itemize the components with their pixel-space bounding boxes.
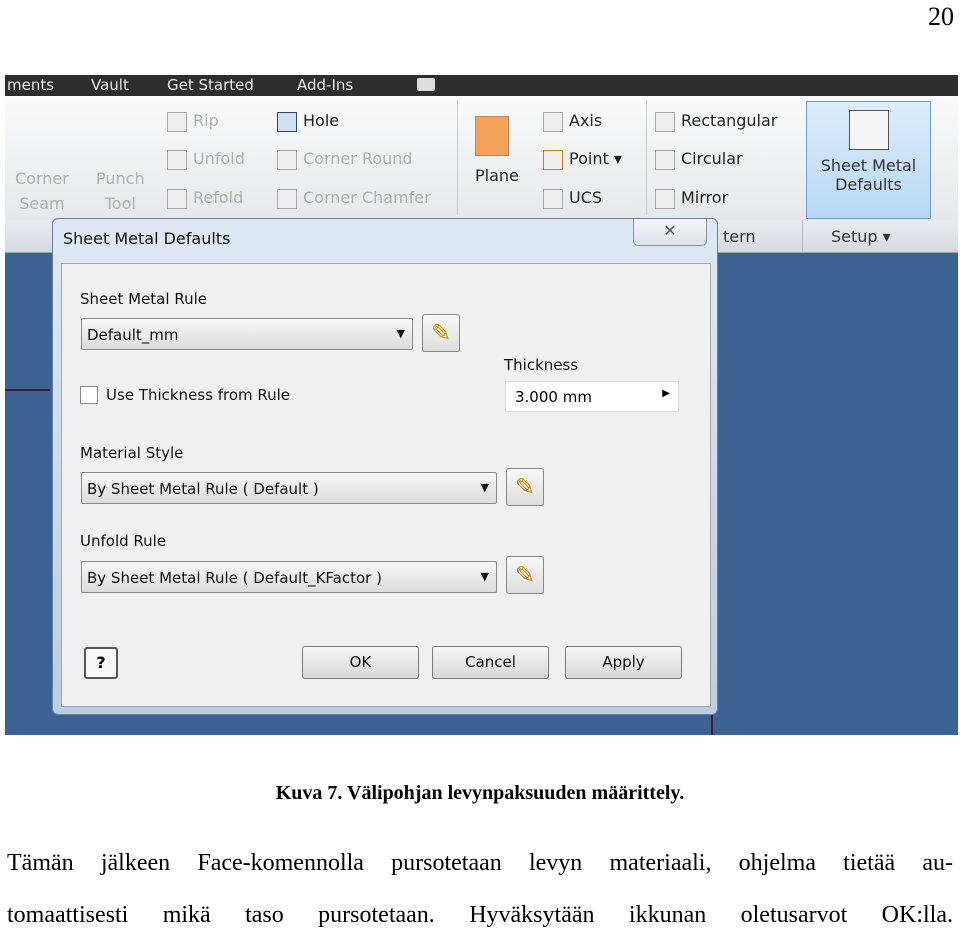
ucs-icon (543, 188, 563, 209)
divider (802, 220, 803, 253)
ok-button[interactable]: OK (302, 646, 419, 679)
panel-setup-dropdown[interactable]: Setup ▾ (831, 227, 891, 246)
unfold-icon (167, 149, 187, 170)
point-icon (543, 149, 563, 170)
pencil-icon: ✎ (514, 473, 536, 501)
chevron-down-icon: ▼ (480, 481, 489, 494)
unfold-rule-select[interactable]: By Sheet Metal Rule ( Default_KFactor ) ▼ (81, 561, 497, 593)
rip-button[interactable]: Rip (167, 111, 219, 132)
tab-vault[interactable]: Vault (91, 76, 129, 94)
corner-chamfer-button[interactable]: Corner Chamfer (277, 188, 431, 209)
arrow-right-icon[interactable]: ▶ (662, 388, 670, 399)
cancel-button[interactable]: Cancel (432, 646, 549, 679)
ribbon: Corner Seam Punch Tool Rip Unfold Refold… (5, 96, 958, 220)
page-number: 20 (928, 2, 954, 31)
use-thickness-checkbox[interactable] (80, 386, 98, 404)
mirror-button[interactable]: Mirror (655, 188, 728, 209)
corner-chamfer-icon (277, 188, 297, 209)
panel-pattern-label: tern (723, 227, 756, 246)
punch-tool-button[interactable]: Punch Tool (96, 166, 145, 216)
unfold-button[interactable]: Unfold (167, 149, 245, 170)
edit-sheet-metal-rule-button[interactable]: ✎ (422, 314, 460, 352)
hole-icon (277, 111, 297, 132)
tab-add-ins[interactable]: Add-Ins (297, 76, 353, 94)
sheet-metal-defaults-dialog: Sheet Metal Defaults ✕ Sheet Metal Rule … (52, 218, 718, 715)
divider (457, 100, 458, 215)
help-button[interactable]: ? (84, 647, 118, 679)
axis-button[interactable]: Axis (543, 111, 602, 132)
corner-round-icon (277, 149, 297, 170)
edit-unfold-rule-button[interactable]: ✎ (506, 556, 544, 594)
sheet-metal-defaults-icon (848, 110, 889, 150)
material-style-select[interactable]: By Sheet Metal Rule ( Default ) ▼ (81, 472, 497, 504)
close-button[interactable]: ✕ (633, 219, 707, 246)
edit-material-style-button[interactable]: ✎ (506, 468, 544, 506)
pencil-icon: ✎ (430, 319, 452, 347)
circular-pattern-button[interactable]: Circular (655, 149, 743, 170)
rectangular-pattern-icon (655, 111, 675, 132)
sheet-metal-defaults-button[interactable]: Sheet Metal Defaults (806, 101, 931, 219)
corner-round-button[interactable]: Corner Round (277, 149, 413, 170)
sheet-metal-rule-select[interactable]: Default_mm ▼ (81, 318, 413, 350)
menu-bar: ments Vault Get Started Add-Ins (5, 75, 958, 96)
rectangular-pattern-button[interactable]: Rectangular (655, 111, 777, 132)
ribbon-dropdown-icon[interactable] (417, 78, 435, 91)
dialog-body: Sheet Metal Rule Default_mm ▼ ✎ Thickness… (61, 263, 711, 707)
canvas-line (5, 389, 50, 391)
mirror-icon (655, 188, 675, 209)
point-button[interactable]: Point ▾ (543, 149, 622, 170)
dialog-title: Sheet Metal Defaults (63, 229, 231, 248)
divider (646, 100, 647, 215)
pencil-icon: ✎ (514, 561, 536, 589)
refold-button[interactable]: Refold (167, 188, 243, 209)
ucs-button[interactable]: UCS (543, 188, 602, 209)
material-style-label: Material Style (80, 444, 184, 462)
figure-caption: Kuva 7. Välipohjan levynpaksuuden määrit… (275, 782, 685, 804)
tab-ments[interactable]: ments (7, 76, 54, 94)
tab-get-started[interactable]: Get Started (167, 76, 254, 94)
refold-icon (167, 188, 187, 209)
thickness-input[interactable]: 3.000 mm ▶ (505, 381, 679, 412)
plane-icon (475, 116, 509, 156)
corner-seam-button[interactable]: Corner Seam (15, 166, 69, 216)
body-text-line: Tämän jälkeen Face-komennolla pursotetaa… (7, 850, 953, 876)
plane-button[interactable]: Plane (475, 166, 519, 185)
thickness-label: Thickness (504, 356, 579, 374)
axis-icon (543, 111, 563, 132)
use-thickness-label: Use Thickness from Rule (106, 386, 291, 404)
unfold-rule-label: Unfold Rule (80, 532, 167, 550)
chevron-down-icon: ▼ (480, 570, 489, 583)
sheet-metal-rule-label: Sheet Metal Rule (80, 290, 207, 308)
body-text-line: tomaattisesti mikä taso pursotetaan. Hyv… (7, 902, 953, 928)
apply-button[interactable]: Apply (565, 646, 682, 679)
chevron-down-icon: ▼ (396, 327, 405, 340)
hole-button[interactable]: Hole (277, 111, 339, 132)
inventor-screenshot: ments Vault Get Started Add-Ins Corner S… (5, 75, 958, 735)
rip-icon (167, 111, 187, 132)
circular-pattern-icon (655, 149, 675, 170)
